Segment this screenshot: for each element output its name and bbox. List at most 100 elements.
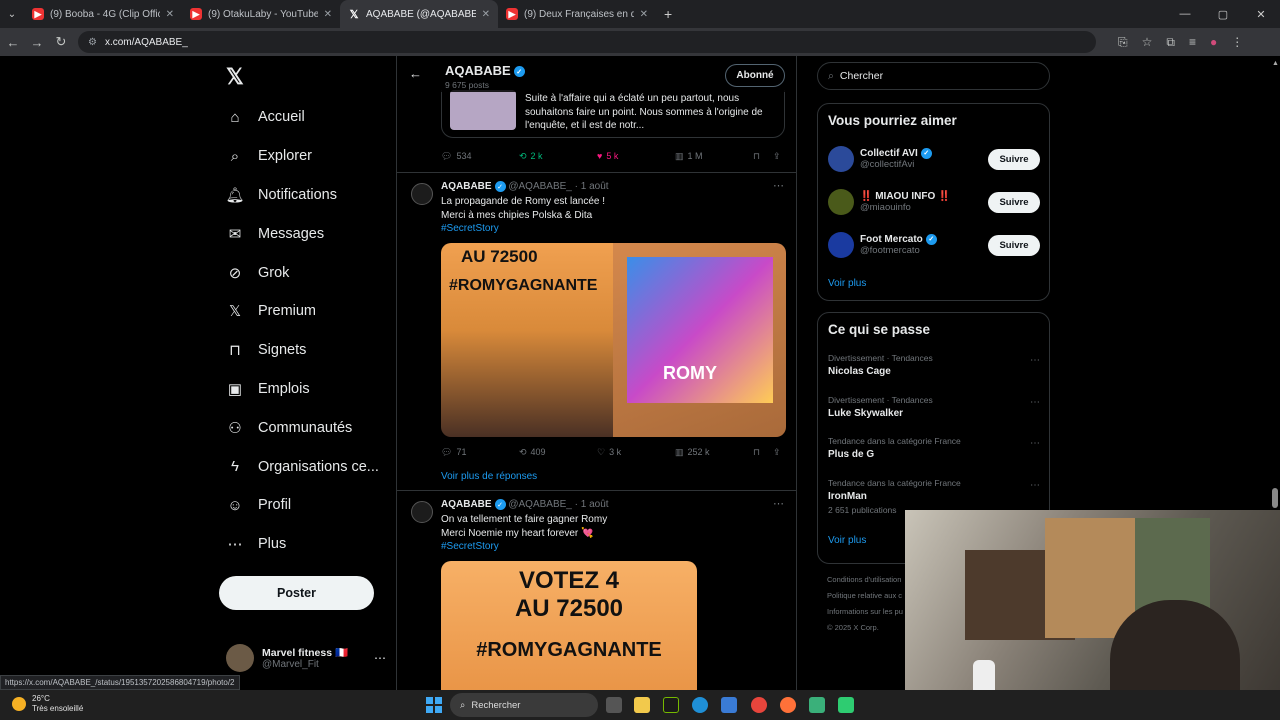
close-window-icon[interactable]: ✕ — [1242, 0, 1280, 28]
share-icon[interactable]: ⇪ — [773, 151, 785, 162]
nav-item-notifications[interactable]: 🔔︎ Notifications — [218, 176, 394, 215]
trend-more-icon[interactable]: ⋯ — [1030, 438, 1040, 449]
views-button[interactable]: ▥ 252 k — [675, 447, 753, 458]
reply-button[interactable]: 💬︎ 71 — [441, 447, 519, 458]
nav-item-explorer[interactable]: ⌕ Explorer — [218, 137, 394, 176]
scrollbar-thumb[interactable] — [1272, 488, 1278, 508]
menu-icon[interactable]: ⋮ — [1231, 35, 1243, 50]
url-field[interactable]: ⚙ x.com/AQABABE_ — [78, 31, 1096, 53]
reply-button[interactable]: 💬︎ 534 — [441, 151, 519, 162]
taskbar-search[interactable]: ⌕ Rechercher — [450, 693, 598, 717]
suggestion-item[interactable]: ‼️ MIAOU INFO ‼️ @miaouinfo Suivre — [828, 187, 1040, 217]
following-button[interactable]: Abonné — [725, 64, 785, 87]
retweet-button[interactable]: ⟲ 409 — [519, 447, 597, 458]
see-more-replies-link[interactable]: Voir plus de réponses — [441, 471, 537, 482]
windows-start-icon[interactable] — [426, 697, 442, 713]
follow-button[interactable]: Suivre — [988, 148, 1040, 170]
avatar[interactable] — [828, 146, 854, 172]
browser-tab-0[interactable]: ▶ (9) Booba - 4G (Clip Officiel) - Y ✕ — [24, 0, 182, 28]
see-more-link[interactable]: Voir plus — [828, 278, 866, 289]
tweet-media[interactable]: AU 72500 #ROMYGAGNANTE ROMY — [441, 243, 786, 437]
trend-more-icon[interactable]: ⋯ — [1030, 397, 1040, 408]
nav-item-messages[interactable]: ✉ Messages — [218, 214, 394, 253]
task-view-icon[interactable] — [606, 697, 622, 713]
trend-item[interactable]: Tendance dans la catégorie France Plus de… — [828, 436, 1040, 460]
hashtag-link[interactable]: #SecretStory — [441, 222, 605, 236]
install-icon[interactable]: ⎘ — [1118, 35, 1128, 50]
suggestion-item[interactable]: Foot Mercato ✓ @footmercato Suivre — [828, 230, 1040, 260]
avatar[interactable] — [828, 189, 854, 215]
trend-more-icon[interactable]: ⋯ — [1030, 480, 1040, 491]
maximize-icon[interactable]: ▢ — [1204, 0, 1242, 28]
nav-item-accueil[interactable]: ⌂ Accueil — [218, 98, 394, 137]
suggestion-item[interactable]: Collectif AVI ✓ @collectifAvi Suivre — [828, 144, 1040, 174]
site-info-icon[interactable]: ⚙ — [88, 37, 97, 48]
account-switcher[interactable]: Marvel fitness 🇫🇷 @Marvel_Fit ⋯ — [226, 642, 386, 674]
browser-tab-1[interactable]: ▶ (9) OtakuLaby - YouTube ✕ — [182, 0, 340, 28]
weather-widget[interactable]: 26°C Très ensoleillé — [12, 694, 83, 714]
tweet-more-icon[interactable]: ⋯ — [773, 497, 784, 510]
new-tab-icon[interactable]: + — [664, 6, 672, 22]
media-image-1[interactable]: AU 72500 #ROMYGAGNANTE — [441, 243, 613, 437]
store-icon[interactable] — [721, 697, 737, 713]
x-logo-icon[interactable]: 𝕏 — [226, 64, 394, 94]
back-arrow-icon[interactable]: ← — [409, 66, 422, 81]
search-input[interactable]: ⌕ Chercher — [817, 62, 1050, 90]
follow-button[interactable]: Suivre — [988, 234, 1040, 256]
back-icon[interactable]: ← — [6, 35, 20, 50]
close-icon[interactable]: ✕ — [482, 9, 490, 20]
nav-item-grok[interactable]: ⊘ Grok — [218, 253, 394, 292]
star-icon[interactable]: ☆ — [1142, 35, 1153, 50]
close-icon[interactable]: ✕ — [166, 9, 174, 20]
tweet[interactable]: AQABABE ✓ @AQABABE_ · 1 août ⋯ On va tell… — [397, 490, 796, 690]
retweet-button[interactable]: ⟲ 2 k — [519, 151, 597, 162]
see-more-trends-link[interactable]: Voir plus — [828, 535, 866, 546]
nav-item-organisations-ce-[interactable]: ϟ Organisations ce... — [218, 447, 394, 486]
tab-search-chevron-icon[interactable]: ⌄ — [0, 9, 24, 20]
post-button[interactable]: Poster — [219, 576, 374, 610]
media-icon[interactable]: ≡ — [1189, 35, 1196, 50]
close-icon[interactable]: ✕ — [324, 9, 332, 20]
obs-icon[interactable] — [838, 697, 854, 713]
close-icon[interactable]: ✕ — [640, 9, 648, 20]
tweet-media[interactable]: VOTEZ 4 AU 72500 #ROMYGAGNANTE — [441, 561, 697, 690]
extensions-icon[interactable]: ⧉ — [1166, 35, 1175, 50]
share-icon[interactable]: ⇪ — [773, 447, 785, 458]
hashtag-link[interactable]: #SecretStory — [441, 540, 607, 554]
browser-tab-2[interactable]: 𝕏 AQABABE (@AQABABE_) / X ✕ — [340, 0, 498, 28]
tweet[interactable]: AQABABE ✓ @AQABABE_ · 1 août ⋯ La propaga… — [397, 172, 796, 464]
bookmark-icon[interactable]: ⊓ — [753, 447, 773, 458]
trend-more-icon[interactable]: ⋯ — [1030, 355, 1040, 366]
profile-icon[interactable]: ● — [1210, 35, 1217, 50]
like-button[interactable]: ♡ 3 k — [597, 447, 675, 458]
browser-tab-3[interactable]: ▶ (9) Deux Françaises en détention ✕ — [498, 0, 656, 28]
trend-item[interactable]: Tendance dans la catégorie France IronMan… — [828, 478, 1040, 515]
bookmark-icon[interactable]: ⊓ — [753, 151, 773, 162]
tweet-more-icon[interactable]: ⋯ — [773, 179, 784, 192]
chrome-icon[interactable] — [751, 697, 767, 713]
app-icon[interactable] — [809, 697, 825, 713]
like-button[interactable]: ♥ 5 k — [597, 151, 675, 161]
tweet-avatar[interactable] — [411, 183, 433, 205]
trend-item[interactable]: Divertissement · Tendances Nicolas Cage ⋯ — [828, 353, 1040, 377]
nav-item-emplois[interactable]: ▣ Emplois — [218, 370, 394, 409]
minimize-icon[interactable]: — — [1166, 0, 1204, 28]
nav-item-plus[interactable]: ⋯ Plus — [218, 525, 394, 564]
media-image-2[interactable]: ROMY — [613, 243, 786, 437]
nvidia-icon[interactable] — [663, 697, 679, 713]
views-button[interactable]: ▥ 1 M — [675, 151, 753, 162]
follow-button[interactable]: Suivre — [988, 191, 1040, 213]
tweet-avatar[interactable] — [411, 501, 433, 523]
nav-item-premium[interactable]: 𝕏 Premium — [218, 292, 394, 331]
more-icon[interactable]: ⋯ — [374, 651, 386, 665]
scroll-up-icon[interactable]: ▲ — [1272, 60, 1279, 67]
avatar[interactable] — [828, 232, 854, 258]
file-explorer-icon[interactable] — [634, 697, 650, 713]
nav-item-communautés[interactable]: ⚇ Communautés — [218, 408, 394, 447]
nav-item-signets[interactable]: ⊓ Signets — [218, 331, 394, 370]
edge-icon[interactable] — [692, 697, 708, 713]
reload-icon[interactable]: ↻ — [54, 34, 68, 50]
nav-item-profil[interactable]: ☺ Profil — [218, 486, 394, 525]
quoted-tweet[interactable]: Suite à l'affaire qui a éclaté un peu pa… — [441, 90, 785, 138]
trend-item[interactable]: Divertissement · Tendances Luke Skywalker… — [828, 395, 1040, 419]
